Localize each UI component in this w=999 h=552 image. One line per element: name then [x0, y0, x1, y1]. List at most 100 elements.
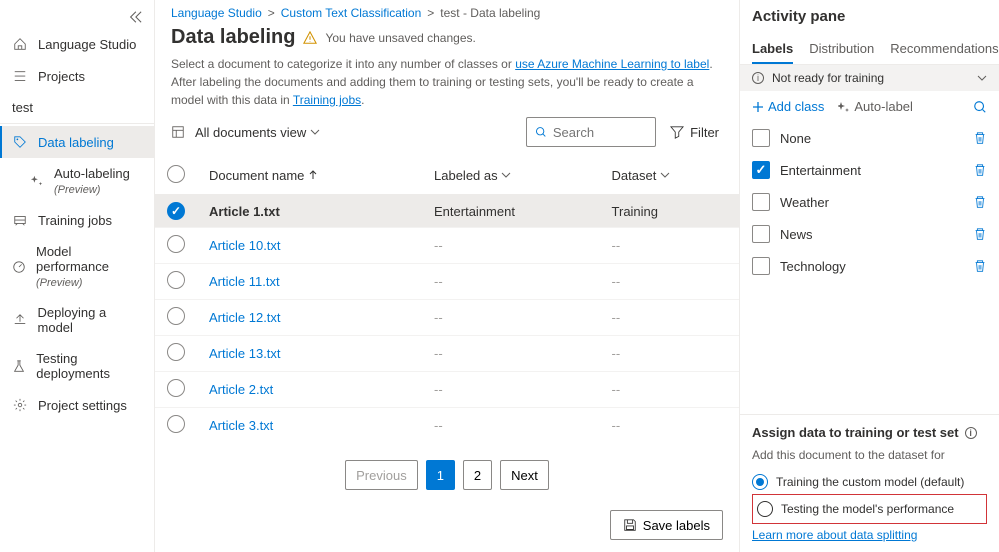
sidebar-item-project-settings[interactable]: Project settings [0, 389, 154, 421]
row-select-radio[interactable] [167, 202, 185, 220]
labels-search-button[interactable] [973, 100, 987, 114]
pane-tabs: LabelsDistributionRecommendations⋯ [740, 35, 999, 65]
label-checkbox[interactable] [752, 225, 770, 243]
document-link[interactable]: Article 2.txt [209, 382, 273, 397]
document-link[interactable]: Article 3.txt [209, 418, 273, 433]
row-select-radio[interactable] [167, 379, 185, 397]
column-header-dataset[interactable]: Dataset [600, 157, 739, 195]
dataset-cell: -- [600, 300, 739, 336]
label-name: News [780, 227, 963, 242]
filter-button[interactable]: Filter [666, 125, 723, 140]
label-checkbox[interactable] [752, 161, 770, 179]
table-row[interactable]: Article 3.txt---- [155, 408, 739, 441]
document-link[interactable]: Article 12.txt [209, 310, 281, 325]
label-name: Entertainment [780, 163, 963, 178]
assign-training-option[interactable]: Training the custom model (default) [752, 470, 987, 494]
delete-label-button[interactable] [973, 259, 987, 273]
delete-label-button[interactable] [973, 195, 987, 209]
pager-prev-button[interactable]: Previous [345, 460, 418, 490]
delete-label-button[interactable] [973, 227, 987, 241]
table-row[interactable]: Article 10.txt---- [155, 228, 739, 264]
row-select-radio[interactable] [167, 415, 185, 433]
table-row[interactable]: Article 1.txtEntertainmentTraining [155, 195, 739, 228]
radio-button [757, 501, 773, 517]
label-row-entertainment[interactable]: Entertainment [752, 154, 987, 186]
label-name: Technology [780, 259, 963, 274]
breadcrumb-item[interactable]: Language Studio [171, 6, 262, 20]
gear-icon [12, 397, 28, 413]
assign-testing-option[interactable]: Testing the model's performance [757, 497, 982, 521]
sidebar-item-training-jobs[interactable]: Training jobs [0, 204, 154, 236]
dataset-cell: -- [600, 264, 739, 300]
table-row[interactable]: Article 11.txt---- [155, 264, 739, 300]
sidebar-item-language-studio[interactable]: Language Studio [0, 28, 154, 60]
deploy-icon [12, 312, 28, 328]
pager-next-button[interactable]: Next [500, 460, 549, 490]
sidebar-item-deploying-a-model[interactable]: Deploying a model [0, 297, 154, 343]
row-select-radio[interactable] [167, 271, 185, 289]
save-icon [623, 518, 637, 532]
label-checkbox[interactable] [752, 193, 770, 211]
breadcrumb-item[interactable]: Custom Text Classification [281, 6, 422, 20]
training-jobs-link[interactable]: Training jobs [293, 93, 361, 107]
tab-labels[interactable]: Labels [752, 35, 793, 64]
home-icon [12, 36, 28, 52]
document-link[interactable]: Article 11.txt [209, 274, 280, 289]
table-row[interactable]: Article 13.txt---- [155, 336, 739, 372]
nav-label: Language Studio [38, 37, 136, 52]
label-checkbox[interactable] [752, 257, 770, 275]
page-title: Data labeling [171, 26, 295, 49]
collapse-sidebar-button[interactable] [116, 6, 154, 28]
activity-pane: Activity pane LabelsDistributionRecommen… [739, 0, 999, 552]
label-row-news[interactable]: News [752, 218, 987, 250]
labeled-as-cell: -- [422, 228, 600, 264]
row-select-radio[interactable] [167, 235, 185, 253]
sort-up-icon [308, 170, 318, 180]
sidebar-item-projects[interactable]: Projects [0, 60, 154, 92]
search-input[interactable] [553, 125, 647, 140]
pager-page-button[interactable]: 1 [426, 460, 455, 490]
auto-label-button[interactable]: Auto-label [838, 99, 913, 114]
training-status-bar[interactable]: i Not ready for training [740, 65, 999, 91]
column-header-labeled[interactable]: Labeled as [422, 157, 600, 195]
delete-label-button[interactable] [973, 131, 987, 145]
page-description: Select a document to categorize it into … [155, 55, 739, 117]
delete-label-button[interactable] [973, 163, 987, 177]
nav-label: Deploying a model [38, 305, 142, 335]
main-content: Language Studio>Custom Text Classificati… [155, 0, 739, 552]
table-row[interactable]: Article 12.txt---- [155, 300, 739, 336]
document-link[interactable]: Article 10.txt [209, 238, 281, 253]
labeled-as-cell: -- [422, 408, 600, 441]
pager-page-button[interactable]: 2 [463, 460, 492, 490]
label-row-none[interactable]: None [752, 122, 987, 154]
select-all-radio[interactable] [167, 165, 185, 183]
add-class-button[interactable]: Add class [752, 99, 824, 114]
documents-table: Document name Labeled as Dataset Article… [155, 157, 739, 440]
table-row[interactable]: Article 2.txt---- [155, 372, 739, 408]
dataset-cell: -- [600, 372, 739, 408]
label-checkbox[interactable] [752, 129, 770, 147]
label-row-weather[interactable]: Weather [752, 186, 987, 218]
tab-distribution[interactable]: Distribution [809, 35, 874, 64]
sidebar-item-data-labeling[interactable]: Data labeling [0, 126, 154, 158]
labeled-as-cell: -- [422, 336, 600, 372]
column-header-document[interactable]: Document name [197, 157, 422, 195]
row-select-radio[interactable] [167, 307, 185, 325]
search-input-wrapper[interactable] [526, 117, 656, 147]
row-select-radio[interactable] [167, 343, 185, 361]
document-link[interactable]: Article 13.txt [209, 346, 281, 361]
sidebar-item-auto-labeling[interactable]: Auto-labeling (Preview) [0, 158, 154, 204]
pagination: Previous 12 Next [155, 440, 739, 510]
sidebar-item-model-performance[interactable]: Model performance (Preview) [0, 236, 154, 297]
chevron-down-icon [310, 127, 320, 137]
label-name: Weather [780, 195, 963, 210]
use-aml-link[interactable]: use Azure Machine Learning to label [515, 57, 709, 71]
document-link[interactable]: Article 1.txt [209, 204, 280, 219]
save-labels-button[interactable]: Save labels [610, 510, 723, 540]
sidebar-item-testing-deployments[interactable]: Testing deployments [0, 343, 154, 389]
label-row-technology[interactable]: Technology [752, 250, 987, 282]
perf-icon [12, 259, 26, 275]
view-dropdown[interactable]: All documents view [195, 125, 320, 140]
learn-more-link[interactable]: Learn more about data splitting [752, 528, 917, 542]
tab-recommendations[interactable]: Recommendations [890, 35, 998, 64]
